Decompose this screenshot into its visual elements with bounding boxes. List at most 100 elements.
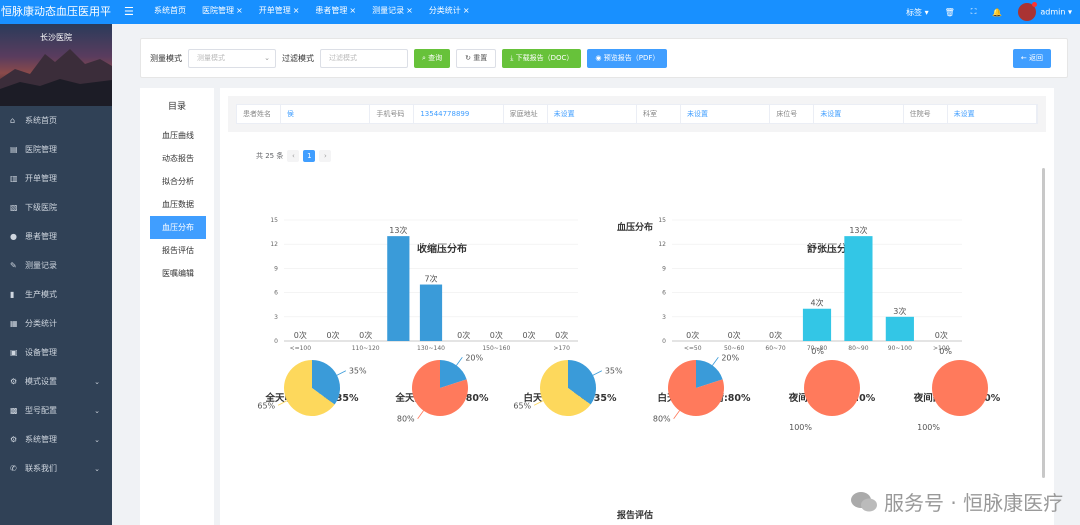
back-label: 返回 — [1029, 53, 1043, 62]
close-icon[interactable]: × — [463, 0, 470, 24]
main-area: 测量模式 测量模式 ⌄ 过滤模式 过滤模式 ⌕ 查询 ↻ 重置 ⤓ 下载报告（DO… — [112, 24, 1080, 525]
close-icon[interactable]: × — [236, 0, 243, 24]
pie-slice-label: 65% — [257, 401, 275, 410]
sidebar-item-11[interactable]: ⚙ 系统管理 ⌄ — [0, 425, 112, 454]
bar-data-label: 13次 — [389, 225, 407, 235]
hospital-banner: 长沙医院 — [0, 24, 112, 106]
toc-list: 血压曲线 动态报告 拟合分析 血压数据 血压分布 报告评估 医嘱编辑 — [140, 124, 214, 285]
bar-data-label: 0次 — [769, 330, 782, 340]
sidebar-item-label: 医院管理 — [25, 145, 57, 154]
y-tick-label: 15 — [658, 217, 666, 224]
filter-mode-input[interactable]: 过滤模式 — [320, 48, 408, 68]
close-icon[interactable]: × — [293, 0, 300, 24]
download-label: 下载报告（DOC） — [515, 53, 574, 62]
charts-canvas: 血压分布 报告评估 收缩压分布036912150次<=1000次 0次110~12… — [257, 217, 1000, 521]
y-tick-label: 3 — [274, 314, 278, 321]
sidebar-item-3[interactable]: ▧ 下级医院 — [0, 193, 112, 222]
top-right-tools: 标签 ▾ 🗑 ⛶ 🔔 admin ▾ — [906, 0, 1072, 24]
tab-label: 分类统计 — [428, 6, 461, 15]
sidebar-item-12[interactable]: ✆ 联系我们 ⌄ — [0, 454, 112, 483]
pie-leader-line — [712, 357, 719, 366]
reset-label: 重置 — [473, 53, 488, 62]
tab-2[interactable]: 开单管理 × — [251, 0, 308, 24]
toc-item[interactable]: 动态报告 — [150, 147, 206, 170]
sidebar-item-label: 系统首页 — [25, 116, 57, 125]
tab-3[interactable]: 患者管理 × — [307, 0, 364, 24]
hamburger-icon[interactable]: ☰ — [124, 5, 134, 18]
toc-item[interactable]: 血压分布 — [150, 216, 206, 239]
x-tick-label: 150~160 — [482, 345, 510, 352]
model-icon: ▩ — [10, 406, 18, 415]
sidebar-item-label: 下级医院 — [25, 203, 57, 212]
measure-mode-select[interactable]: 测量模式 ⌄ — [188, 48, 276, 68]
tab-label: 系统首页 — [154, 6, 186, 15]
trash-icon[interactable]: 🗑 — [945, 8, 955, 17]
sidebar-item-label: 开单管理 — [25, 174, 57, 183]
toc-item[interactable]: 医嘱编辑 — [150, 262, 206, 285]
pie-slice-label: 35% — [349, 367, 367, 376]
pie-slice-label: 20% — [465, 353, 483, 362]
toc-item[interactable]: 报告评估 — [150, 239, 206, 262]
sidebar-item-0[interactable]: ⌂ 系统首页 — [0, 106, 112, 135]
tab-5[interactable]: 分类统计 × — [421, 0, 478, 24]
x-tick-label: 130~140 — [417, 345, 445, 352]
y-tick-label: 15 — [270, 217, 278, 224]
toc-title: 目录 — [167, 102, 186, 112]
pie-slice-label: 65% — [513, 401, 531, 410]
x-tick-label: >170 — [553, 345, 570, 352]
tab-4[interactable]: 测量记录 × — [364, 0, 421, 24]
sidebar-item-label: 模式设置 — [25, 377, 57, 386]
close-icon[interactable]: × — [406, 0, 413, 24]
toc-item[interactable]: 血压曲线 — [150, 124, 206, 147]
sidebar-item-8[interactable]: ▣ 设备管理 — [0, 338, 112, 367]
sidebar-item-5[interactable]: ✎ 测量记录 — [0, 251, 112, 280]
pie-slice-label: 35% — [605, 367, 623, 376]
toc-item[interactable]: 血压数据 — [150, 193, 206, 216]
username: admin — [1040, 7, 1066, 17]
y-tick-label: 3 — [662, 314, 666, 321]
preview-pdf-button[interactable]: ◉ 预览报告（PDF） — [587, 48, 668, 68]
bar-data-label: 7次 — [424, 274, 437, 284]
sidebar-item-7[interactable]: ▦ 分类统计 — [0, 309, 112, 338]
close-icon[interactable]: × — [349, 0, 356, 24]
hospital-icon: ▤ — [10, 145, 18, 154]
tag-dropdown[interactable]: 标签 ▾ — [906, 7, 929, 18]
query-button[interactable]: ⌕ 查询 — [414, 48, 451, 68]
back-button[interactable]: ← 返回 — [1012, 48, 1051, 68]
chevron-down-icon: ⌄ — [94, 406, 100, 415]
download-doc-button[interactable]: ⤓ 下载报告（DOC） — [502, 48, 582, 68]
fullscreen-icon[interactable]: ⛶ — [971, 7, 977, 17]
x-tick-label: 80~90 — [848, 345, 868, 352]
measure-mode-label: 测量模式 — [150, 53, 182, 63]
pie-slice — [932, 360, 988, 416]
device-icon: ▣ — [10, 348, 18, 357]
toc-item[interactable]: 拟合分析 — [150, 170, 206, 193]
sidebar-item-4[interactable]: ● 患者管理 — [0, 222, 112, 251]
reset-button[interactable]: ↻ 重置 — [456, 48, 497, 68]
sidebar-item-9[interactable]: ⚙ 模式设置 ⌄ — [0, 367, 112, 396]
bar-data-label: 4次 — [810, 298, 823, 308]
stats-icon: ▦ — [10, 319, 18, 328]
sidebar-item-6[interactable]: ▮ 生产模式 — [0, 280, 112, 309]
chevron-down-icon: ⌄ — [264, 53, 270, 62]
sidebar-item-10[interactable]: ▩ 型号配置 ⌄ — [0, 396, 112, 425]
x-tick-label: 60~70 — [765, 345, 785, 352]
pie-slice-label: 80% — [397, 415, 415, 424]
patient-icon: ● — [10, 232, 17, 241]
record-icon: ✎ — [10, 261, 17, 270]
bar-data-label: 0次 — [522, 330, 535, 340]
tab-1[interactable]: 医院管理 × — [194, 0, 251, 24]
tab-0[interactable]: 系统首页 — [146, 0, 194, 24]
chevron-down-icon: ⌄ — [94, 435, 100, 444]
bell-icon[interactable]: 🔔 — [992, 8, 1002, 17]
content-scrollbar[interactable] — [1042, 168, 1045, 478]
user-menu[interactable]: admin ▾ — [1018, 2, 1072, 21]
x-tick-label: 110~120 — [352, 345, 380, 352]
avatar — [1018, 2, 1038, 21]
pie-leader-line — [456, 357, 463, 366]
sidebar-item-2[interactable]: ▥ 开单管理 — [0, 164, 112, 193]
sidebar-item-label: 设备管理 — [25, 348, 57, 357]
chevron-down-icon: ⌄ — [94, 464, 100, 473]
x-tick-label: 90~100 — [888, 345, 912, 352]
sidebar-item-1[interactable]: ▤ 医院管理 — [0, 135, 112, 164]
